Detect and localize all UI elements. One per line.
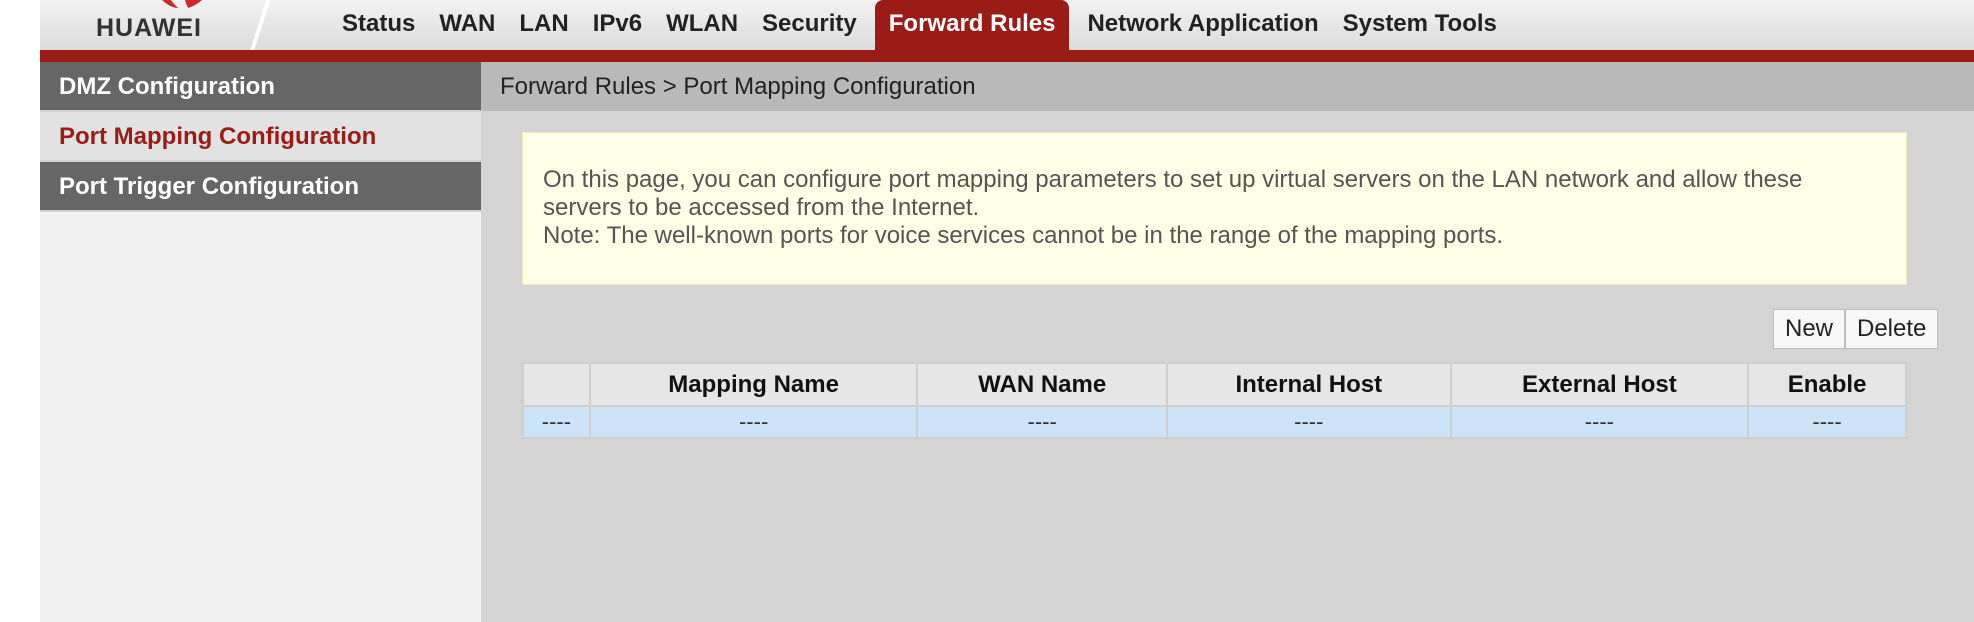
info-notice: On this page, you can configure port map… — [522, 132, 1907, 285]
sidebar-item-dmz-configuration[interactable]: DMZ Configuration — [40, 62, 481, 112]
tab-wan[interactable]: WAN — [427, 0, 507, 50]
table-cell: ---- — [1449, 405, 1750, 439]
sidebar-item-port-mapping-configuration[interactable]: Port Mapping Configuration — [40, 112, 481, 162]
table-row[interactable]: ---- ---- ---- ---- ---- ---- — [522, 405, 1907, 439]
column-header-select — [522, 362, 591, 407]
delete-button[interactable]: Delete — [1845, 309, 1939, 349]
notice-note: Note: The well-known ports for voice ser… — [543, 222, 1504, 249]
header-accent-bar — [40, 50, 1974, 62]
table-header-row: Mapping Name WAN Name Internal Host Exte… — [522, 362, 1907, 407]
tab-network-application[interactable]: Network Application — [1075, 0, 1330, 50]
tab-system-tools[interactable]: System Tools — [1331, 0, 1509, 50]
column-header-enable[interactable]: Enable — [1747, 362, 1907, 407]
port-mapping-table: Mapping Name WAN Name Internal Host Exte… — [522, 362, 1907, 439]
tab-status[interactable]: Status — [330, 0, 427, 50]
tab-wlan[interactable]: WLAN — [654, 0, 750, 50]
tab-forward-rules[interactable]: Forward Rules — [874, 0, 1070, 50]
notice-description: On this page, you can configure port map… — [543, 166, 1803, 221]
table-cell: ---- — [522, 405, 591, 439]
breadcrumb: Forward Rules > Port Mapping Configurati… — [481, 62, 1974, 111]
router-admin-page: HUAWEI Status WAN LAN IPv6 WLAN Security… — [40, 0, 1974, 622]
table-cell: ---- — [588, 405, 919, 439]
column-header-mapping-name[interactable]: Mapping Name — [588, 362, 919, 407]
table-cell: ---- — [1166, 405, 1452, 439]
column-header-external-host[interactable]: External Host — [1449, 362, 1750, 407]
huawei-petal-icon — [162, 0, 203, 8]
top-header: HUAWEI Status WAN LAN IPv6 WLAN Security… — [40, 0, 1974, 56]
tab-ipv6[interactable]: IPv6 — [581, 0, 654, 50]
table-cell: ---- — [916, 405, 1168, 439]
tab-lan[interactable]: LAN — [507, 0, 580, 50]
main-nav: Status WAN LAN IPv6 WLAN Security Forwar… — [330, 0, 1509, 50]
column-header-internal-host[interactable]: Internal Host — [1166, 362, 1452, 407]
sidebar: DMZ Configuration Port Mapping Configura… — [40, 62, 481, 622]
huawei-logo: HUAWEI — [40, 0, 300, 56]
column-header-wan-name[interactable]: WAN Name — [916, 362, 1168, 407]
sidebar-item-port-trigger-configuration[interactable]: Port Trigger Configuration — [40, 162, 481, 212]
main-content: Forward Rules > Port Mapping Configurati… — [481, 62, 1974, 622]
header-divider — [248, 0, 272, 56]
tab-security[interactable]: Security — [750, 0, 869, 50]
new-button[interactable]: New — [1773, 309, 1846, 349]
table-cell: ---- — [1747, 405, 1907, 439]
logo-text: HUAWEI — [96, 14, 202, 42]
